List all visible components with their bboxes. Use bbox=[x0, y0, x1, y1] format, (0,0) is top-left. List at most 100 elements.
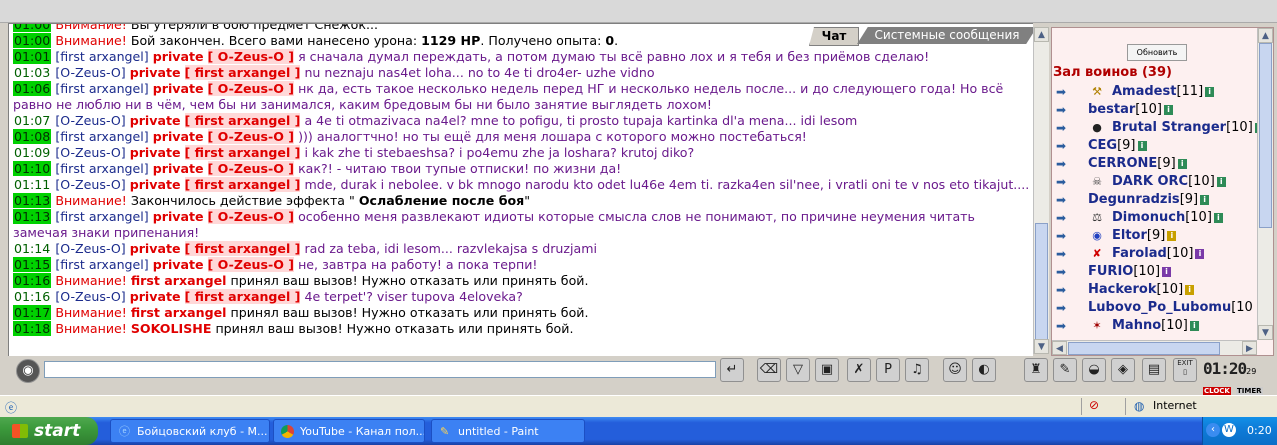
sender-nick[interactable]: [O-Zeus-O] bbox=[55, 145, 125, 160]
private-arrow-icon[interactable]: ➡ bbox=[1056, 194, 1076, 206]
sender-nick[interactable]: [first arxangel] bbox=[55, 81, 148, 96]
info-icon[interactable]: i bbox=[1205, 86, 1215, 97]
tray-arrow-icon[interactable]: ‹ bbox=[1206, 423, 1220, 437]
sender-nick[interactable]: [O-Zeus-O] bbox=[55, 113, 125, 128]
message-time[interactable]: 01:08 bbox=[13, 129, 52, 144]
info-icon[interactable]: i bbox=[1200, 194, 1210, 205]
fighter-icon[interactable]: ✗ bbox=[847, 358, 871, 382]
user-list-hscrollbar[interactable]: ◀ ▶ bbox=[1052, 340, 1257, 355]
message-time[interactable]: 01:10 bbox=[13, 161, 52, 176]
message-time[interactable]: 01:11 bbox=[13, 177, 51, 192]
user-row[interactable]: ➡ Degunradzis[9] i bbox=[1054, 191, 1270, 209]
recipient-nick[interactable]: [ O-Zeus-O ] bbox=[207, 209, 295, 224]
user-row[interactable]: ➡ ✶ Mahno[10] i bbox=[1054, 317, 1270, 335]
user-name[interactable]: Amadest[11] i bbox=[1112, 83, 1215, 101]
bottle-icon[interactable]: ♜ bbox=[1024, 358, 1048, 382]
user-name[interactable]: Farolad[10] i bbox=[1112, 245, 1205, 263]
info-icon[interactable]: i bbox=[1167, 230, 1177, 241]
sender-nick[interactable]: [first arxangel] bbox=[55, 257, 148, 272]
recipient-nick[interactable]: [ O-Zeus-O ] bbox=[207, 257, 295, 272]
message-time[interactable]: 01:15 bbox=[13, 257, 52, 272]
user-hscroll-thumb[interactable] bbox=[1068, 342, 1220, 355]
message-time[interactable]: 01:16 bbox=[13, 289, 51, 304]
scroll-icon[interactable]: ✎ bbox=[1053, 358, 1077, 382]
scroll-up-icon[interactable]: ▲ bbox=[1034, 27, 1049, 42]
message-time[interactable]: 01:16 bbox=[13, 273, 52, 288]
user-scroll-thumb[interactable] bbox=[1259, 43, 1272, 228]
private-arrow-icon[interactable]: ➡ bbox=[1056, 230, 1076, 242]
exit-button[interactable]: EXIT ▯ bbox=[1173, 358, 1197, 382]
private-arrow-icon[interactable]: ➡ bbox=[1056, 176, 1076, 188]
private-arrow-icon[interactable]: ➡ bbox=[1056, 140, 1076, 152]
chat-scrollbar[interactable]: ▲ ▼ bbox=[1033, 27, 1049, 354]
message-time[interactable]: 01:00 bbox=[13, 24, 52, 32]
info-icon[interactable]: i bbox=[1185, 284, 1195, 295]
user-row[interactable]: ➡ Lubovo_Po_Lubomu[10 bbox=[1054, 299, 1270, 317]
info-icon[interactable]: i bbox=[1216, 176, 1226, 187]
sender-nick[interactable]: [first arxangel] bbox=[55, 129, 148, 144]
taskbar-item-youtube[interactable]: YouTube - Канал пол... bbox=[273, 419, 425, 443]
tab-system-messages[interactable]: Системные сообщения bbox=[857, 27, 1037, 44]
user-row[interactable]: ➡ ◉ Eltor[9] i bbox=[1054, 227, 1270, 245]
sender-nick[interactable]: [O-Zeus-O] bbox=[55, 241, 125, 256]
message-time[interactable]: 01:00 bbox=[13, 33, 52, 48]
challenger-name[interactable]: first arxangel bbox=[131, 305, 227, 320]
tray-app-icon[interactable]: W bbox=[1222, 423, 1236, 437]
scroll-left-icon[interactable]: ◀ bbox=[1052, 341, 1067, 355]
lock-icon[interactable]: ▤ bbox=[1142, 358, 1166, 382]
private-arrow-icon[interactable]: ➡ bbox=[1056, 248, 1076, 260]
message-time[interactable]: 01:13 bbox=[13, 193, 52, 208]
refresh-button[interactable]: Обновить bbox=[1127, 44, 1187, 61]
user-row[interactable]: ➡ FURIO[10] i bbox=[1054, 263, 1270, 281]
translit-icon[interactable]: P bbox=[876, 358, 900, 382]
chat-input[interactable] bbox=[44, 361, 716, 378]
clock[interactable]: 01:2029 CLOCK TIMER bbox=[1203, 359, 1269, 395]
taskbar-item-combat-club[interactable]: ⓔ Бойцовский клуб - M... bbox=[110, 419, 270, 443]
sender-nick[interactable]: [first arxangel] bbox=[55, 161, 148, 176]
info-icon[interactable]: i bbox=[1137, 140, 1147, 151]
user-name[interactable]: DARK ORC[10] i bbox=[1112, 173, 1226, 191]
save-icon[interactable]: ▣ bbox=[815, 358, 839, 382]
message-time[interactable]: 01:06 bbox=[13, 81, 52, 96]
user-name[interactable]: bestar[10] i bbox=[1088, 101, 1173, 119]
eraser-icon[interactable]: ⌫ bbox=[757, 358, 781, 382]
private-arrow-icon[interactable]: ➡ bbox=[1056, 122, 1076, 134]
user-row[interactable]: ➡ bestar[10] i bbox=[1054, 101, 1270, 119]
recipient-nick[interactable]: [ first arxangel ] bbox=[184, 113, 301, 128]
user-row[interactable]: ➡ ● Brutal Stranger[10]i bbox=[1054, 119, 1270, 137]
user-name[interactable]: FURIO[10] i bbox=[1088, 263, 1172, 281]
scroll-down-icon[interactable]: ▼ bbox=[1258, 325, 1273, 340]
info-icon[interactable]: i bbox=[1189, 320, 1199, 331]
recipient-nick[interactable]: [ first arxangel ] bbox=[184, 177, 301, 192]
private-arrow-icon[interactable]: ➡ bbox=[1056, 320, 1076, 332]
user-name[interactable]: CERRONE[9] i bbox=[1088, 155, 1187, 173]
user-row[interactable]: ➡ CERRONE[9] i bbox=[1054, 155, 1270, 173]
info-icon[interactable]: i bbox=[1162, 266, 1172, 277]
filter-icon[interactable]: ▽ bbox=[786, 358, 810, 382]
chat-mode-icon[interactable]: ◉ bbox=[16, 359, 40, 383]
info-icon[interactable]: i bbox=[1195, 248, 1205, 259]
message-time[interactable]: 01:18 bbox=[13, 321, 52, 336]
private-arrow-icon[interactable]: ➡ bbox=[1056, 266, 1076, 278]
private-arrow-icon[interactable]: ➡ bbox=[1056, 104, 1076, 116]
user-name[interactable]: Brutal Stranger[10]i bbox=[1112, 119, 1264, 137]
private-arrow-icon[interactable]: ➡ bbox=[1056, 212, 1076, 224]
user-row[interactable]: ➡ Hackerok[10] i bbox=[1054, 281, 1270, 299]
user-name[interactable]: Lubovo_Po_Lubomu[10 bbox=[1088, 299, 1253, 317]
user-name[interactable]: Dimonuch[10] i bbox=[1112, 209, 1223, 227]
message-time[interactable]: 01:07 bbox=[13, 113, 51, 128]
user-row[interactable]: ➡ ✘ Farolad[10] i bbox=[1054, 245, 1270, 263]
info-icon[interactable]: i bbox=[1163, 104, 1173, 115]
message-time[interactable]: 01:09 bbox=[13, 145, 51, 160]
send-icon[interactable]: ↵ bbox=[720, 358, 744, 382]
start-button[interactable]: start bbox=[0, 417, 98, 445]
user-row[interactable]: ➡ ⚖ Dimonuch[10] i bbox=[1054, 209, 1270, 227]
user-name[interactable]: Mahno[10] i bbox=[1112, 317, 1199, 335]
user-row[interactable]: ➡ ⚒ Amadest[11] i bbox=[1054, 83, 1270, 101]
sender-nick[interactable]: [O-Zeus-O] bbox=[55, 65, 125, 80]
user-name[interactable]: CEG[9] i bbox=[1088, 137, 1147, 155]
tab-chat[interactable]: Чат bbox=[809, 27, 859, 46]
message-time[interactable]: 01:03 bbox=[13, 65, 51, 80]
recipient-nick[interactable]: [ first arxangel ] bbox=[184, 241, 301, 256]
user-name[interactable]: Eltor[9] i bbox=[1112, 227, 1177, 245]
